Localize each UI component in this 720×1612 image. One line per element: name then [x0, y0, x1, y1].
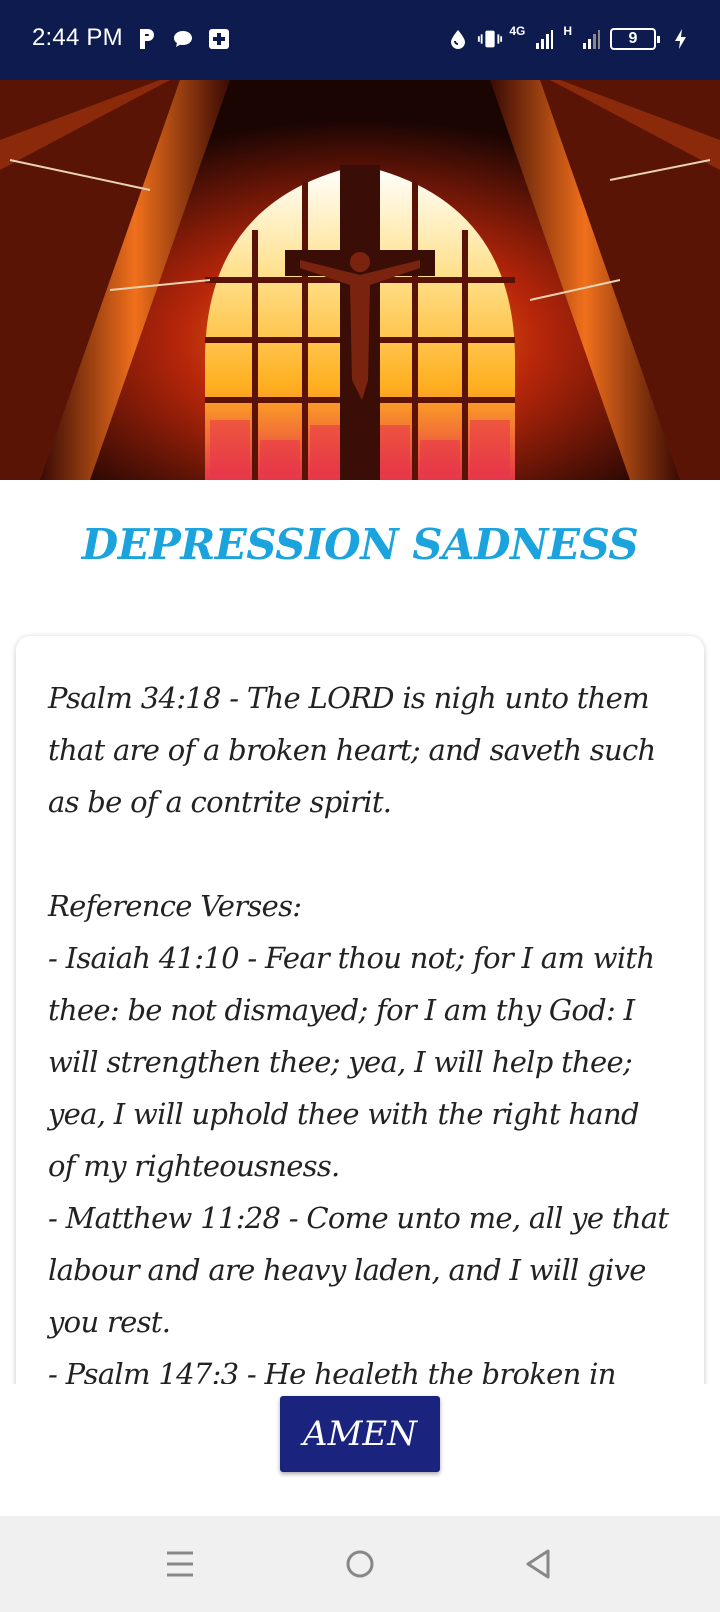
content-scroll-area[interactable]: Psalm 34:18 - The LORD is nigh unto them…: [0, 630, 720, 1384]
menu-icon[interactable]: [160, 1544, 200, 1584]
page-title: DEPRESSION SADNESS: [81, 520, 639, 569]
battery-icon: 9: [610, 28, 660, 50]
medical-plus-icon: [206, 26, 232, 52]
back-icon[interactable]: [518, 1544, 558, 1584]
verse-text: Psalm 34:18 - The LORD is nigh unto them…: [48, 681, 669, 1384]
charging-icon: [668, 26, 694, 52]
hero-image: [0, 80, 720, 480]
chat-bubble-icon: [170, 26, 196, 52]
status-time: 2:44 PM: [32, 24, 123, 51]
network-type-2: H: [563, 24, 572, 38]
home-icon[interactable]: [340, 1544, 380, 1584]
amen-button[interactable]: AMEN: [280, 1396, 440, 1472]
network-type-1: 4G: [509, 24, 526, 38]
signal-icon: [531, 26, 557, 52]
status-bar: 2:44 PM 4G H 9: [0, 0, 720, 80]
data-saver-icon: [445, 26, 471, 52]
system-icons: 4G H 9: [445, 24, 694, 52]
verse-card: Psalm 34:18 - The LORD is nigh unto them…: [16, 636, 704, 1384]
notification-icons: [134, 26, 232, 52]
parking-icon: [134, 26, 160, 52]
vibrate-icon: [477, 26, 503, 52]
signal-weak-icon: [578, 26, 604, 52]
navigation-bar: [0, 1516, 720, 1612]
